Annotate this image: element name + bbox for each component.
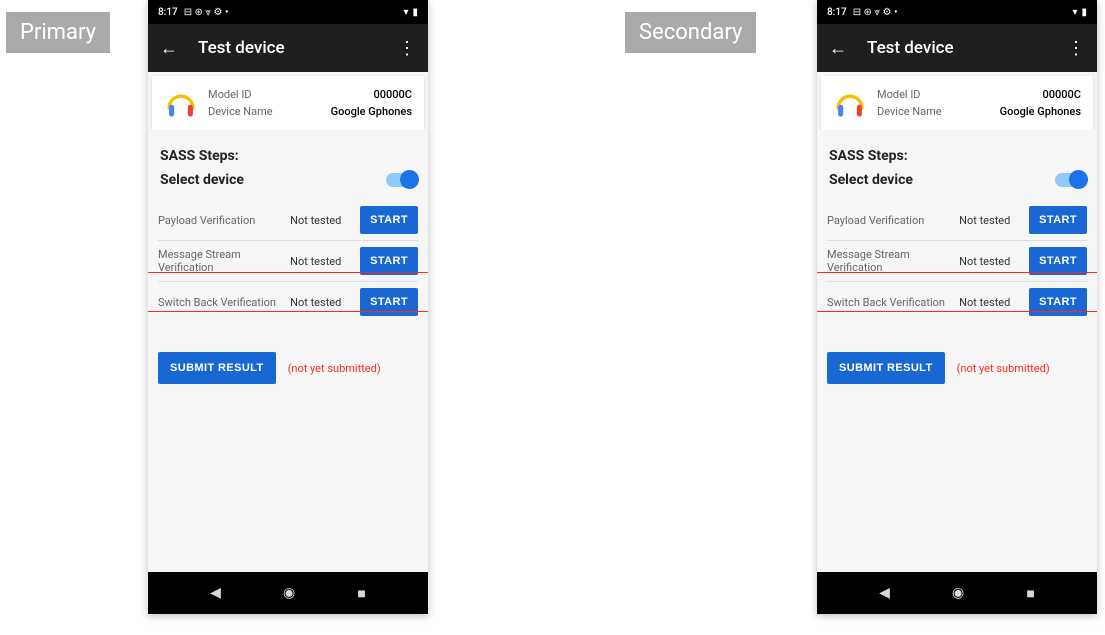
wifi-icon: ▾ — [1072, 7, 1077, 18]
phone-secondary: 8:17 ⊟ ⊛ ⩔ ⚙ • ▾ ▮ ← Test device ⋮ Model… — [817, 0, 1097, 614]
app-title: Test device — [867, 38, 1047, 58]
status-sys-icons: ⊟ ⊛ ⩔ ⚙ • — [853, 7, 898, 18]
start-button[interactable]: START — [1029, 247, 1087, 275]
test-status: Not tested — [959, 296, 1023, 309]
body-area: SASS Steps: Select device Payload Verifi… — [817, 130, 1097, 572]
wifi-icon: ▾ — [403, 7, 408, 18]
submit-status: (not yet submitted) — [957, 362, 1050, 375]
overflow-menu-icon[interactable]: ⋮ — [398, 38, 416, 59]
headphones-icon — [833, 86, 867, 120]
sass-steps-title: SASS Steps: — [160, 148, 416, 164]
status-time: 8:17 — [827, 7, 847, 18]
submit-result-button[interactable]: SUBMIT RESULT — [158, 352, 276, 384]
status-bar: 8:17 ⊟ ⊛ ⩔ ⚙ • ▾ ▮ — [817, 0, 1097, 24]
test-name: Switch Back Verification — [158, 296, 284, 309]
test-name: Payload Verification — [158, 214, 284, 227]
start-button[interactable]: START — [360, 206, 418, 234]
app-bar: ← Test device ⋮ — [817, 24, 1097, 72]
nav-bar: ◀ ◉ ■ — [817, 572, 1097, 614]
test-status: Not tested — [959, 255, 1023, 268]
test-name: Message Stream Verification — [158, 248, 284, 274]
nav-back-icon[interactable]: ◀ — [210, 585, 221, 601]
status-sys-icons: ⊟ ⊛ ⩔ ⚙ • — [184, 7, 229, 18]
submit-status: (not yet submitted) — [288, 362, 381, 375]
test-status: Not tested — [290, 255, 354, 268]
test-status: Not tested — [290, 296, 354, 309]
test-status: Not tested — [290, 214, 354, 227]
body-area: SASS Steps: Select device Payload Verifi… — [148, 130, 428, 572]
battery-icon: ▮ — [412, 7, 418, 18]
device-name-label: Device Name — [877, 105, 942, 118]
nav-home-icon[interactable]: ◉ — [283, 585, 295, 601]
select-device-switch[interactable] — [386, 173, 416, 187]
model-id-label: Model ID — [877, 88, 921, 101]
headphones-icon — [164, 86, 198, 120]
device-name-value: Google Gphones — [1000, 105, 1081, 118]
status-bar: 8:17 ⊟ ⊛ ⩔ ⚙ • ▾ ▮ — [148, 0, 428, 24]
sass-steps-title: SASS Steps: — [829, 148, 1085, 164]
device-card: Model ID 00000C Device Name Google Gphon… — [821, 76, 1093, 130]
select-device-switch[interactable] — [1055, 173, 1085, 187]
test-name: Payload Verification — [827, 214, 953, 227]
test-row-payload: Payload Verification Not tested START — [827, 200, 1087, 240]
nav-home-icon[interactable]: ◉ — [952, 585, 964, 601]
device-name-value: Google Gphones — [331, 105, 412, 118]
model-id-label: Model ID — [208, 88, 252, 101]
test-row-payload: Payload Verification Not tested START — [158, 200, 418, 240]
device-name-label: Device Name — [208, 105, 273, 118]
test-row-switch-back: Switch Back Verification Not tested STAR… — [158, 281, 418, 322]
start-button[interactable]: START — [360, 288, 418, 316]
model-id-value: 00000C — [374, 88, 412, 101]
start-button[interactable]: START — [360, 247, 418, 275]
test-name: Switch Back Verification — [827, 296, 953, 309]
back-icon[interactable]: ← — [160, 38, 178, 59]
nav-recent-icon[interactable]: ■ — [357, 585, 365, 602]
test-row-switch-back: Switch Back Verification Not tested STAR… — [827, 281, 1087, 322]
test-status: Not tested — [959, 214, 1023, 227]
nav-recent-icon[interactable]: ■ — [1026, 585, 1034, 602]
status-time: 8:17 — [158, 7, 178, 18]
nav-back-icon[interactable]: ◀ — [879, 585, 890, 601]
overflow-menu-icon[interactable]: ⋮ — [1067, 38, 1085, 59]
app-title: Test device — [198, 38, 378, 58]
primary-label-tag: Primary — [6, 12, 110, 53]
secondary-label-tag: Secondary — [625, 12, 756, 53]
phone-primary: 8:17 ⊟ ⊛ ⩔ ⚙ • ▾ ▮ ← Test device ⋮ Model… — [148, 0, 428, 614]
battery-icon: ▮ — [1081, 7, 1087, 18]
submit-result-button[interactable]: SUBMIT RESULT — [827, 352, 945, 384]
test-row-message-stream: Message Stream Verification Not tested S… — [827, 240, 1087, 281]
test-name: Message Stream Verification — [827, 248, 953, 274]
device-card: Model ID 00000C Device Name Google Gphon… — [152, 76, 424, 130]
nav-bar: ◀ ◉ ■ — [148, 572, 428, 614]
back-icon[interactable]: ← — [829, 38, 847, 59]
start-button[interactable]: START — [1029, 288, 1087, 316]
test-list: Payload Verification Not tested START Me… — [158, 200, 418, 322]
app-bar: ← Test device ⋮ — [148, 24, 428, 72]
test-list: Payload Verification Not tested START Me… — [827, 200, 1087, 322]
select-device-label: Select device — [829, 172, 913, 188]
start-button[interactable]: START — [1029, 206, 1087, 234]
select-device-label: Select device — [160, 172, 244, 188]
test-row-message-stream: Message Stream Verification Not tested S… — [158, 240, 418, 281]
model-id-value: 00000C — [1043, 88, 1081, 101]
